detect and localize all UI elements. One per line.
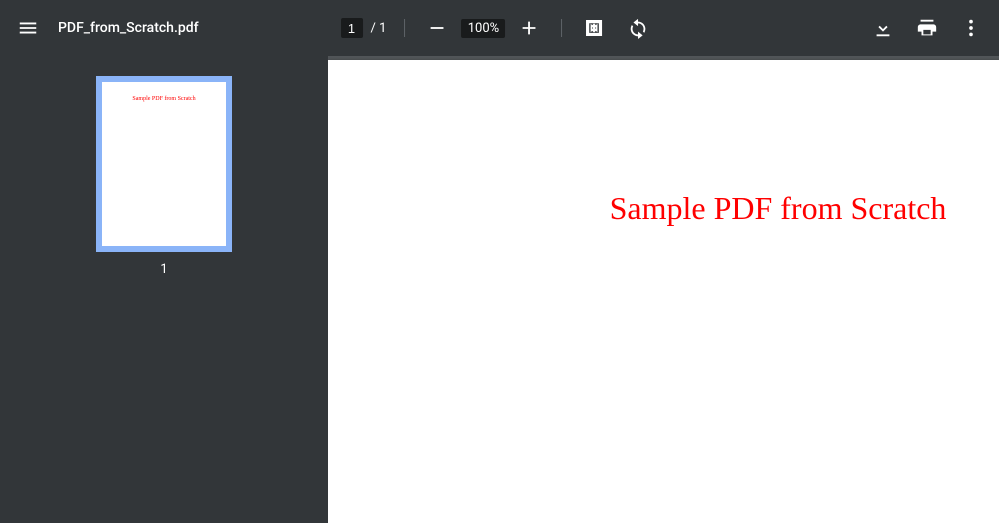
zoom-level-display[interactable]: 100% <box>461 19 505 38</box>
fit-page-icon <box>583 17 605 39</box>
more-vert-icon <box>960 17 982 39</box>
zoom-out-button[interactable] <box>417 8 457 48</box>
fit-page-button[interactable] <box>574 8 614 48</box>
minus-icon <box>426 17 448 39</box>
document-viewport[interactable]: Sample PDF from Scratch <box>328 56 999 523</box>
more-actions-button[interactable] <box>951 8 991 48</box>
rotate-icon <box>627 17 649 39</box>
separator <box>404 19 405 37</box>
zoom-in-button[interactable] <box>509 8 549 48</box>
content-area: Sample PDF from Scratch 1 Sample PDF fro… <box>0 56 999 523</box>
page-number-input[interactable] <box>341 18 363 38</box>
thumbnail-sidebar: Sample PDF from Scratch 1 <box>0 56 328 523</box>
thumbnail-label: 1 <box>160 262 167 277</box>
rotate-button[interactable] <box>618 8 658 48</box>
plus-icon <box>518 17 540 39</box>
menu-button[interactable] <box>8 8 48 48</box>
pdf-page: Sample PDF from Scratch <box>328 60 999 523</box>
thumbnail-page-1[interactable]: Sample PDF from Scratch <box>96 76 232 252</box>
toolbar-right <box>863 8 991 48</box>
separator <box>561 19 562 37</box>
thumbnail-preview-text: Sample PDF from Scratch <box>102 96 226 102</box>
print-icon <box>916 17 938 39</box>
download-button[interactable] <box>863 8 903 48</box>
page-count-label: / 1 <box>371 21 387 36</box>
menu-icon <box>17 17 39 39</box>
document-title: PDF_from_Scratch.pdf <box>58 20 199 36</box>
print-button[interactable] <box>907 8 947 48</box>
toolbar-center: / 1 100% <box>341 0 659 56</box>
toolbar: PDF_from_Scratch.pdf / 1 100% <box>0 0 999 56</box>
download-icon <box>872 17 894 39</box>
document-heading: Sample PDF from Scratch <box>328 190 999 227</box>
thumbnail-item: Sample PDF from Scratch 1 <box>96 76 232 277</box>
